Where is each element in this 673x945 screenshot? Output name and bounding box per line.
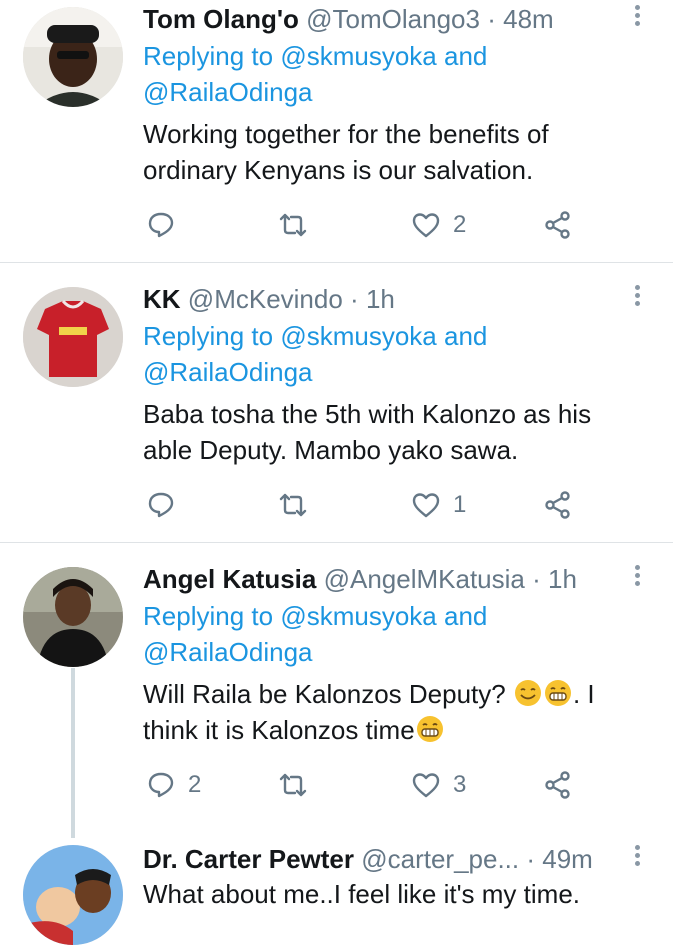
replying-to-label: Replying to <box>143 601 274 631</box>
like-button[interactable]: 3 <box>411 765 466 805</box>
retweet-icon <box>279 773 307 797</box>
retweet-button[interactable] <box>278 485 320 525</box>
avatar[interactable] <box>23 7 123 107</box>
display-name[interactable]: Angel Katusia <box>143 564 316 594</box>
tweet-text-line: Baba tosha the 5th with Kalonzo as his <box>143 399 592 429</box>
share-button[interactable] <box>543 485 573 525</box>
share-button[interactable] <box>543 765 573 805</box>
divider <box>0 262 673 263</box>
display-name[interactable]: Dr. Carter Pewter <box>143 844 354 874</box>
separator: · <box>526 844 536 874</box>
separator: · <box>532 564 541 594</box>
mention-link[interactable]: @skmusyoka <box>280 601 436 631</box>
tweet-actions: 2 <box>0 205 673 245</box>
timestamp[interactable]: 49m <box>542 844 593 874</box>
reply-icon <box>148 492 174 518</box>
retweet-button[interactable] <box>278 205 320 245</box>
tweet-text: What about me..I feel like it's my time. <box>143 876 663 912</box>
tweet-text: Working together for the benefits of ord… <box>143 116 643 188</box>
avatar[interactable] <box>23 287 123 387</box>
like-count: 1 <box>453 491 467 518</box>
user-handle[interactable]: @carter_pe... <box>361 844 519 874</box>
replying-and: and <box>443 41 488 71</box>
avatar-image <box>23 567 123 667</box>
more-icon[interactable] <box>627 562 647 592</box>
user-handle[interactable]: @AngelMKatusia <box>324 564 525 594</box>
replying-to-label: Replying to <box>143 321 274 351</box>
share-icon <box>545 491 570 519</box>
separator: · <box>350 284 359 314</box>
tweet-actions: 2 3 <box>0 765 673 805</box>
tweet-header: Tom Olang'o @TomOlango3 · 48m <box>143 2 554 36</box>
tweet[interactable]: KK @McKevindo · 1h Replying to @skmusyok… <box>0 282 673 542</box>
grinning-emoji-icon <box>544 680 571 706</box>
tweet-text-line: . I <box>572 679 595 709</box>
grinning-emoji-icon <box>416 716 443 742</box>
reply-button[interactable]: 2 <box>146 765 201 805</box>
share-icon <box>545 771 570 799</box>
tweet-text-line: think it is Kalonzos time <box>143 715 415 745</box>
avatar[interactable] <box>23 845 123 945</box>
replying-and: and <box>443 321 488 351</box>
like-icon <box>412 213 440 238</box>
reply-count: 2 <box>188 771 202 798</box>
reply-icon <box>148 212 174 238</box>
display-name[interactable]: KK <box>143 284 181 314</box>
replying-to: Replying to @skmusyoka and @RailaOdinga <box>143 38 487 110</box>
reply-icon <box>148 772 174 798</box>
user-handle[interactable]: @TomOlango3 <box>306 4 480 34</box>
mention-link[interactable]: @skmusyoka <box>280 41 436 71</box>
like-icon <box>412 493 440 518</box>
tweet[interactable]: Tom Olang'o @TomOlango3 · 48m Replying t… <box>0 0 673 262</box>
tweet-text-line: ordinary Kenyans is our salvation. <box>143 155 534 185</box>
avatar-image <box>23 7 123 107</box>
display-name[interactable]: Tom Olang'o <box>143 4 299 34</box>
separator: · <box>487 4 496 34</box>
like-button[interactable]: 1 <box>411 485 466 525</box>
divider <box>0 542 673 543</box>
tweet-actions: 1 <box>0 485 673 525</box>
like-count: 2 <box>453 211 467 238</box>
avatar-image <box>23 287 123 387</box>
more-icon[interactable] <box>627 2 647 32</box>
smiling-emoji-icon <box>514 680 541 706</box>
tweet-text: Will Raila be Kalonzos Deputy? . I think… <box>143 676 643 748</box>
retweet-icon <box>279 213 307 237</box>
reply-button[interactable] <box>146 485 188 525</box>
mention-link[interactable]: @RailaOdinga <box>143 637 312 667</box>
tweet-header: KK @McKevindo · 1h <box>143 282 395 316</box>
timestamp[interactable]: 1h <box>366 284 395 314</box>
tweet-header: Angel Katusia @AngelMKatusia · 1h <box>143 562 577 596</box>
mention-link[interactable]: @skmusyoka <box>280 321 436 351</box>
like-icon <box>412 773 440 798</box>
tweet-text: Baba tosha the 5th with Kalonzo as his a… <box>143 396 643 468</box>
replying-to: Replying to @skmusyoka and @RailaOdinga <box>143 598 487 670</box>
share-icon <box>545 211 570 239</box>
more-icon[interactable] <box>627 282 647 312</box>
mention-link[interactable]: @RailaOdinga <box>143 77 312 107</box>
mention-link[interactable]: @RailaOdinga <box>143 357 312 387</box>
timestamp[interactable]: 48m <box>503 4 554 34</box>
replying-to: Replying to @skmusyoka and @RailaOdinga <box>143 318 487 390</box>
user-handle[interactable]: @McKevindo <box>188 284 343 314</box>
reply-button[interactable] <box>146 205 188 245</box>
tweet-header: Dr. Carter Pewter @carter_pe... · 49m <box>143 842 593 876</box>
tweet[interactable]: Angel Katusia @AngelMKatusia · 1h Replyi… <box>0 562 673 822</box>
tweet[interactable]: Dr. Carter Pewter @carter_pe... · 49m Wh… <box>0 842 673 945</box>
tweet-text-line: able Deputy. Mambo yako sawa. <box>143 435 519 465</box>
tweet-text-line: What about me..I feel like it's my time. <box>143 879 580 909</box>
more-icon[interactable] <box>627 842 647 872</box>
tweet-text-line: Will Raila be Kalonzos Deputy? <box>143 679 506 709</box>
avatar[interactable] <box>23 567 123 667</box>
replying-and: and <box>443 601 488 631</box>
share-button[interactable] <box>543 205 573 245</box>
tweet-text-line: Working together for the benefits of <box>143 119 549 149</box>
avatar-image <box>23 845 123 945</box>
like-count: 3 <box>453 771 467 798</box>
like-button[interactable]: 2 <box>411 205 466 245</box>
retweet-icon <box>279 493 307 517</box>
replying-to-label: Replying to <box>143 41 274 71</box>
timestamp[interactable]: 1h <box>548 564 577 594</box>
retweet-button[interactable] <box>278 765 320 805</box>
